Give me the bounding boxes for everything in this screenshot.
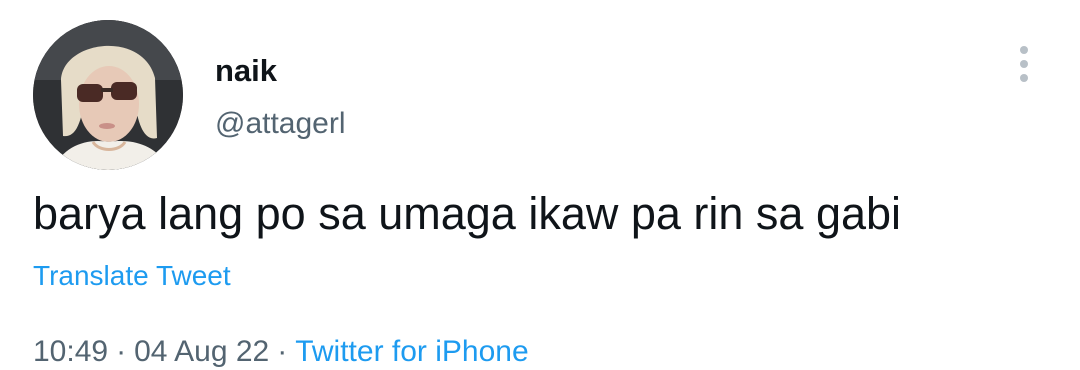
translate-tweet-link[interactable]: Translate Tweet	[33, 259, 231, 293]
separator: ·	[277, 335, 288, 368]
tweet-time[interactable]: 10:49	[33, 335, 108, 368]
avatar[interactable]	[33, 20, 183, 170]
tweet-metadata: 10:49 · 04 Aug 22 · Twitter for iPhone	[33, 334, 529, 370]
display-name[interactable]: naik	[215, 53, 277, 89]
avatar-photo	[33, 20, 183, 170]
user-handle[interactable]: @attagerl	[215, 106, 346, 142]
separator: ·	[116, 335, 127, 368]
tweet-source-link[interactable]: Twitter for iPhone	[295, 335, 528, 368]
more-options-button[interactable]	[1004, 38, 1044, 90]
tweet-card: naik @attagerl barya lang po sa umaga ik…	[0, 0, 1080, 368]
tweet-text: barya lang po sa umaga ikaw pa rin sa ga…	[33, 188, 902, 239]
tweet-date[interactable]: 04 Aug 22	[134, 335, 269, 368]
